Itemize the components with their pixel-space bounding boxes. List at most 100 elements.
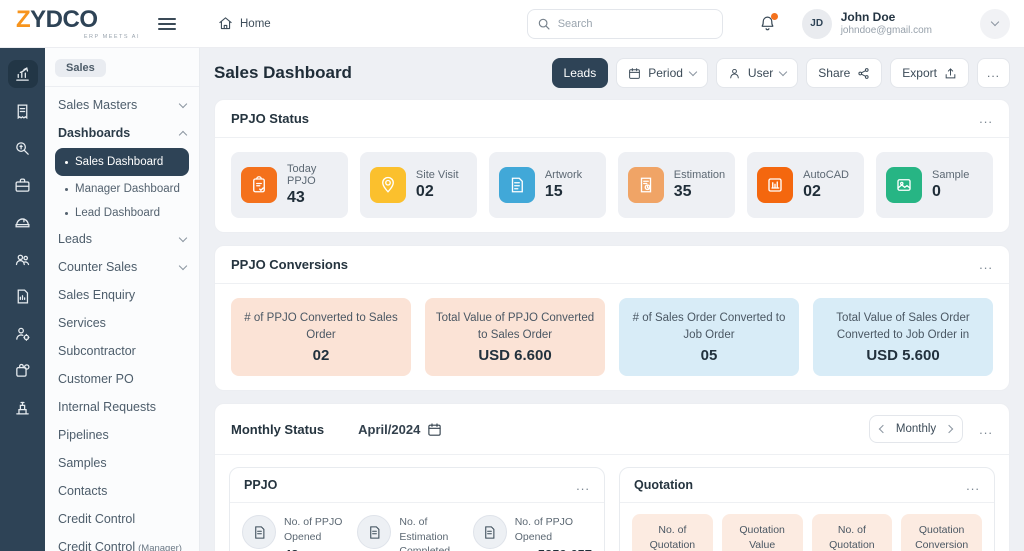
quotation-tile[interactable]: No. of Quotation 42 — [632, 514, 713, 551]
sidebar-item-lead-dashboard[interactable]: Lead Dashboard — [55, 201, 189, 225]
sidebar-item-counter-sales[interactable]: Counter Sales — [55, 253, 189, 281]
menu-toggle-icon[interactable] — [158, 15, 176, 33]
sidebar-item-credit-control-manager[interactable]: Credit Control(Manager) — [55, 533, 189, 551]
monthly-status-more-button[interactable]: ... — [979, 423, 993, 436]
person-icon — [728, 67, 741, 80]
stat-tile-sample[interactable]: Sample0 — [876, 152, 993, 218]
conversion-tile[interactable]: Total Value of PPJO Converted to Sales O… — [425, 298, 605, 376]
stat-tile-autocad[interactable]: AutoCAD02 — [747, 152, 864, 218]
stat-tile-today-ppjo[interactable]: Today PPJO43 — [231, 152, 348, 218]
period-dropdown[interactable]: Period — [616, 58, 708, 88]
ppjo-stat-amount: 5359.657 — [538, 547, 592, 551]
sidebar-nav: Sales Sales Masters Dashboards Sales Das… — [45, 48, 200, 551]
ppjo-conversions-more-button[interactable]: ... — [979, 258, 993, 271]
bullet-dot — [65, 188, 68, 191]
hard-hat-icon[interactable] — [8, 208, 38, 236]
sidebar-item-sales-dashboard[interactable]: Sales Dashboard — [55, 148, 189, 176]
sidebar-item-samples[interactable]: Samples — [55, 449, 189, 477]
ppjo-panel-title: PPJO — [244, 478, 277, 492]
sidebar-item-label: Leads — [58, 232, 92, 246]
sidebar-item-subcontractor[interactable]: Subcontractor — [55, 337, 189, 365]
export-button[interactable]: Export — [890, 58, 969, 88]
share-button[interactable]: Share — [806, 58, 882, 88]
conversion-value: USD 6.600 — [435, 347, 595, 364]
ppjo-status-more-button[interactable]: ... — [979, 112, 993, 125]
chevron-down-icon — [179, 99, 187, 107]
calendar-icon — [427, 422, 442, 437]
stat-value: 02 — [416, 183, 459, 201]
sidebar-item-services[interactable]: Services — [55, 309, 189, 337]
ppjo-stat: No. of PPJO Opened USD5359.657 — [473, 515, 592, 551]
sales-chart-icon[interactable] — [8, 60, 38, 88]
quotation-tiles: No. of Quotation 42 Quotation Value USD … — [620, 503, 994, 551]
brand-logo: ZYDCO ERP MEETS AI — [0, 8, 140, 40]
page-more-button[interactable]: ... — [977, 58, 1010, 88]
app-window: ZYDCO ERP MEETS AI Home JD John Doe john… — [0, 0, 1024, 551]
sidebar-item-leads[interactable]: Leads — [55, 225, 189, 253]
quotation-label: Quotation Conversion Value (USD) — [906, 523, 977, 551]
conversion-tile[interactable]: # of Sales Order Converted to Job Order … — [619, 298, 799, 376]
stat-value: 0 — [932, 183, 969, 201]
file-chart-icon[interactable] — [8, 282, 38, 310]
sidebar-item-label: Credit Control(Manager) — [58, 540, 182, 551]
stat-tile-estimation[interactable]: Estimation35 — [618, 152, 735, 218]
ppjo-panel-more-button[interactable]: ... — [576, 479, 590, 492]
user-meta: John Doe johndoe@gmail.com — [841, 10, 932, 38]
monthly-selector[interactable]: Monthly — [869, 415, 963, 443]
sidebar-item-label: Customer PO — [58, 372, 134, 386]
avatar[interactable]: JD — [802, 9, 832, 39]
sidebar-item-manager-dashboard[interactable]: Manager Dashboard — [55, 177, 189, 201]
conversion-value: 02 — [241, 347, 401, 364]
notification-dot — [771, 13, 778, 20]
sidebar-item-label: Sales Enquiry — [58, 288, 135, 302]
money-search-icon[interactable] — [8, 134, 38, 162]
box-gear-icon[interactable] — [8, 356, 38, 384]
stat-label: Today PPJO — [287, 163, 338, 187]
sidebar-item-internal-requests[interactable]: Internal Requests — [55, 393, 189, 421]
conversion-tile[interactable]: # of PPJO Converted to Sales Order 02 — [231, 298, 411, 376]
account-menu-button[interactable] — [980, 9, 1010, 39]
page-header: Sales Dashboard Leads Period User Shar — [214, 58, 1010, 88]
sidebar-item-pipelines[interactable]: Pipelines — [55, 421, 189, 449]
leads-button-label: Leads — [564, 66, 597, 80]
quotation-tile[interactable]: No. of Quotation Converted 04 — [812, 514, 893, 551]
quotation-panel-more-button[interactable]: ... — [966, 479, 980, 492]
stat-value: 02 — [803, 183, 849, 201]
leads-button[interactable]: Leads — [552, 58, 609, 88]
month-period-picker[interactable]: April/2024 — [358, 422, 442, 437]
breadcrumb-label: Home — [240, 18, 271, 30]
sidebar-item-credit-control[interactable]: Credit Control — [55, 505, 189, 533]
sidebar-item-contacts[interactable]: Contacts — [55, 477, 189, 505]
monthly-status-card: Monthly Status April/2024 Monthly ... — [214, 403, 1010, 551]
sidebar-item-label: Manager Dashboard — [75, 183, 180, 195]
estimation-file-icon — [628, 167, 664, 203]
person-gear-icon[interactable] — [8, 319, 38, 347]
notifications-button[interactable] — [759, 15, 776, 32]
search-input[interactable] — [558, 18, 713, 30]
sidebar-item-sales-enquiry[interactable]: Sales Enquiry — [55, 281, 189, 309]
stat-tile-site-visit[interactable]: Site Visit02 — [360, 152, 477, 218]
user-dropdown[interactable]: User — [716, 58, 798, 88]
monthly-status-header: Monthly Status April/2024 Monthly ... — [215, 404, 1009, 455]
global-search[interactable] — [527, 9, 723, 39]
invoice-icon[interactable] — [8, 97, 38, 125]
document-icon — [473, 515, 507, 549]
document-icon — [357, 515, 391, 549]
quotation-tile[interactable]: Quotation Value USD 64,426.370 — [722, 514, 803, 551]
ppjo-stat-label: No. of Estimation Completed — [399, 515, 462, 551]
stat-tile-artwork[interactable]: Artwork15 — [489, 152, 606, 218]
podium-icon[interactable] — [8, 393, 38, 421]
breadcrumb[interactable]: Home — [218, 16, 271, 31]
ppjo-conversions-header: PPJO Conversions ... — [215, 246, 1009, 284]
sidebar-item-dashboards[interactable]: Dashboards — [55, 119, 189, 147]
ppjo-conversions-tiles: # of PPJO Converted to Sales Order 02 To… — [215, 284, 1009, 390]
briefcase-icon[interactable] — [8, 171, 38, 199]
quotation-tile[interactable]: Quotation Conversion Value (USD) 807.800 — [901, 514, 982, 551]
sidebar-item-sales-masters[interactable]: Sales Masters — [55, 91, 189, 119]
team-icon[interactable] — [8, 245, 38, 273]
ppjo-status-title: PPJO Status — [231, 111, 309, 126]
conversion-tile[interactable]: Total Value of Sales Order Converted to … — [813, 298, 993, 376]
export-label: Export — [902, 66, 937, 80]
search-icon — [537, 17, 551, 31]
sidebar-item-customer-po[interactable]: Customer PO — [55, 365, 189, 393]
